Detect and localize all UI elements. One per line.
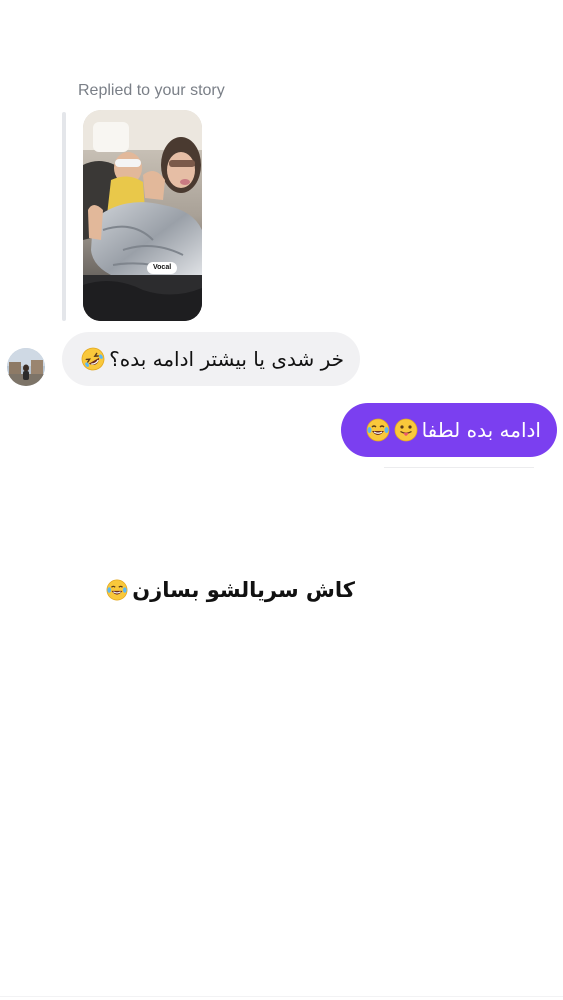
tears-of-joy-emoji [366, 418, 390, 442]
story-thumbnail-image [83, 110, 202, 321]
rolling-on-floor-laughing-emoji [81, 347, 105, 371]
reply-quote-bar [62, 112, 66, 321]
overlay-caption: کاش سریالشو بسازن [106, 574, 355, 606]
face-with-tongue-emoji [394, 418, 418, 442]
bottom-edge-line [0, 996, 563, 997]
message-divider [384, 467, 534, 468]
outgoing-message-text: ادامه بده لطفا [421, 418, 541, 442]
avatar-photo [7, 348, 45, 386]
story-reply-label: Replied to your story [78, 82, 225, 99]
incoming-message-text: خر شدی یا بیشتر ادامه بده؟ [109, 347, 344, 371]
tears-of-joy-emoji [106, 579, 128, 601]
outgoing-message-bubble[interactable]: ادامه بده لطفا [341, 403, 557, 457]
story-thumbnail[interactable]: Vocal [83, 110, 202, 321]
dm-thread-screen: Replied to your story Vocal خر شدی یا بی… [0, 0, 563, 1000]
overlay-caption-text: کاش سریالشو بسازن [132, 578, 355, 602]
sender-avatar[interactable] [7, 348, 45, 386]
story-sticker: Vocal [147, 262, 178, 274]
incoming-message-bubble[interactable]: خر شدی یا بیشتر ادامه بده؟ [62, 332, 360, 386]
